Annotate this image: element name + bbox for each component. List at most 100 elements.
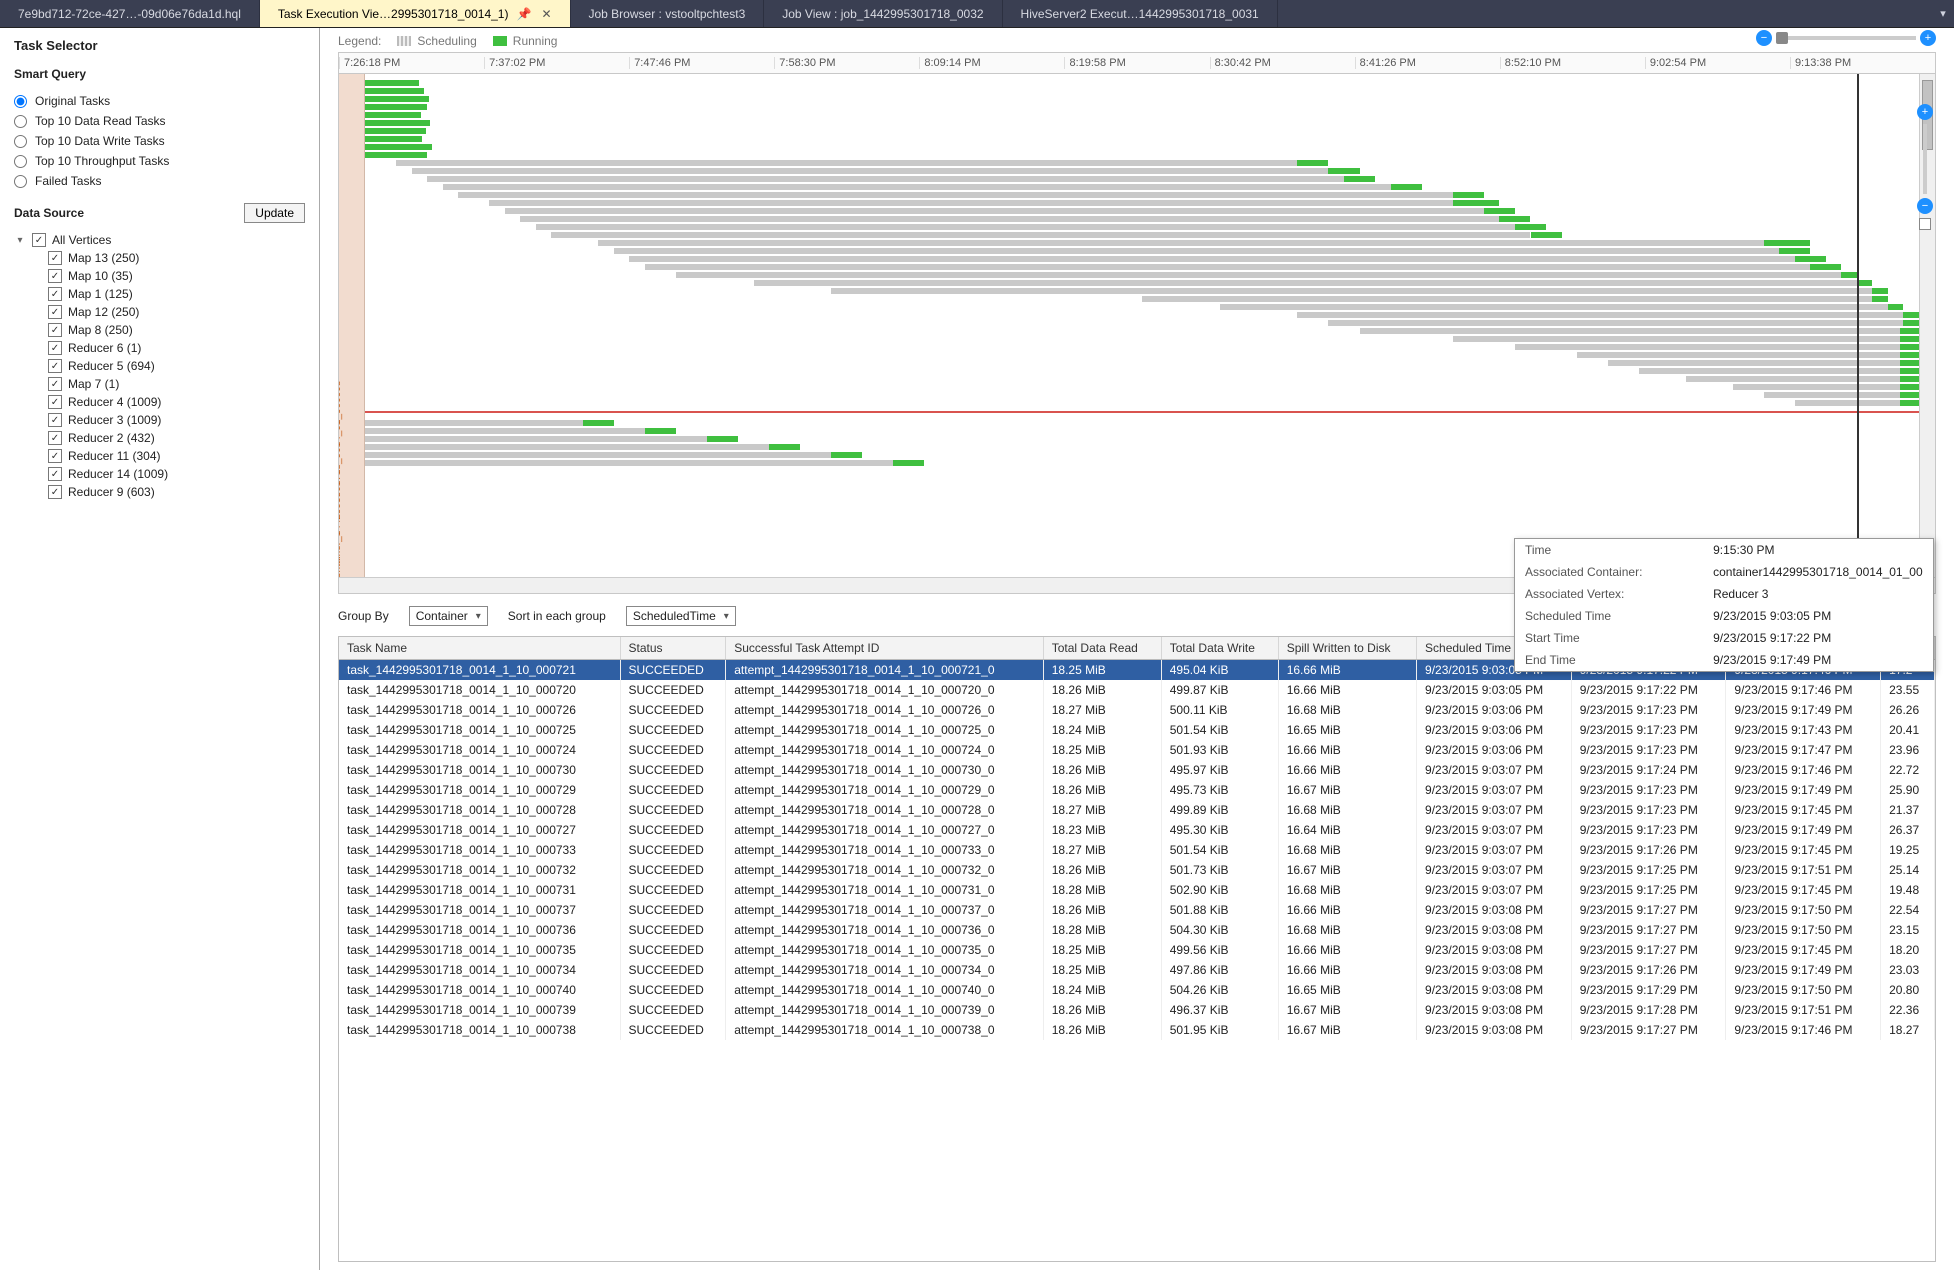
zoom-control[interactable]: + − (1917, 104, 1933, 230)
tree-item[interactable]: ✓Reducer 3 (1009) (48, 411, 305, 429)
gantt-bar[interactable] (365, 344, 1919, 350)
zoom-plus-icon[interactable]: + (1917, 104, 1933, 120)
gantt-bar[interactable] (365, 128, 1919, 134)
table-row[interactable]: task_1442995301718_0014_1_10_000720SUCCE… (339, 680, 1935, 700)
gantt-bar[interactable] (365, 420, 1919, 426)
table-row[interactable]: task_1442995301718_0014_1_10_000730SUCCE… (339, 760, 1935, 780)
table-row[interactable]: task_1442995301718_0014_1_10_000731SUCCE… (339, 880, 1935, 900)
gantt-bar[interactable] (365, 444, 1919, 450)
gantt-bar[interactable] (365, 392, 1919, 398)
plus-icon[interactable]: + (1920, 30, 1936, 46)
gantt-bar[interactable] (365, 200, 1919, 206)
pin-icon[interactable]: 📌 (516, 7, 531, 21)
gantt-bar[interactable] (365, 176, 1919, 182)
tab[interactable]: HiveServer2 Execut…1442995301718_0031 (1003, 0, 1278, 27)
gantt-bar[interactable] (365, 368, 1919, 374)
tree-item[interactable]: ✓Reducer 2 (432) (48, 429, 305, 447)
checkbox-icon[interactable]: ✓ (48, 359, 62, 373)
gantt-bar[interactable] (365, 304, 1919, 310)
tree-item[interactable]: ✓Map 12 (250) (48, 303, 305, 321)
range-slider[interactable] (1776, 36, 1916, 40)
fit-icon[interactable] (1919, 218, 1931, 230)
gantt-bar[interactable] (365, 428, 1919, 434)
checkbox-icon[interactable]: ✓ (48, 269, 62, 283)
table-row[interactable]: task_1442995301718_0014_1_10_000728SUCCE… (339, 800, 1935, 820)
gantt-bar[interactable] (365, 256, 1919, 262)
radio-option[interactable]: Top 10 Data Write Tasks (14, 131, 305, 151)
table-row[interactable]: task_1442995301718_0014_1_10_000727SUCCE… (339, 820, 1935, 840)
checkbox-icon[interactable]: ✓ (48, 413, 62, 427)
gantt-bar[interactable] (365, 184, 1919, 190)
checkbox-icon[interactable]: ✓ (48, 323, 62, 337)
tree-item[interactable]: ✓Reducer 14 (1009) (48, 465, 305, 483)
caret-down-icon[interactable]: ▾ (14, 235, 26, 246)
checkbox-icon[interactable]: ✓ (48, 287, 62, 301)
gantt-bar[interactable] (365, 360, 1919, 366)
gantt-bar[interactable] (365, 208, 1919, 214)
gantt-bar[interactable] (365, 280, 1919, 286)
tree-item[interactable]: ✓Map 8 (250) (48, 321, 305, 339)
tab[interactable]: 7e9bd712-72ce-427…-09d06e76da1d.hql (0, 0, 260, 27)
table-row[interactable]: task_1442995301718_0014_1_10_000729SUCCE… (339, 780, 1935, 800)
tree-item[interactable]: ✓Map 13 (250) (48, 249, 305, 267)
gantt-bar[interactable] (365, 120, 1919, 126)
radio-option[interactable]: Failed Tasks (14, 171, 305, 191)
time-cursor[interactable] (1857, 74, 1859, 577)
radio-option[interactable]: Original Tasks (14, 91, 305, 111)
close-icon[interactable]: ✕ (541, 7, 551, 21)
tree-item[interactable]: ✓Map 1 (125) (48, 285, 305, 303)
radio-option[interactable]: Top 10 Throughput Tasks (14, 151, 305, 171)
gantt-bar[interactable] (365, 452, 1919, 458)
gantt-bar[interactable] (365, 288, 1919, 294)
table-row[interactable]: task_1442995301718_0014_1_10_000734SUCCE… (339, 960, 1935, 980)
gantt-bar[interactable] (365, 136, 1919, 142)
tree-root[interactable]: ▾ ✓ All Vertices (14, 231, 305, 249)
column-header[interactable]: Total Data Read (1043, 637, 1161, 660)
groupby-select[interactable]: Container▾ (409, 606, 488, 626)
table-row[interactable]: task_1442995301718_0014_1_10_000732SUCCE… (339, 860, 1935, 880)
tree-item[interactable]: ✓Reducer 11 (304) (48, 447, 305, 465)
checkbox-icon[interactable]: ✓ (48, 341, 62, 355)
gantt-bar[interactable] (365, 460, 1919, 466)
table-row[interactable]: task_1442995301718_0014_1_10_000726SUCCE… (339, 700, 1935, 720)
gantt-bar[interactable] (365, 160, 1919, 166)
minus-icon[interactable]: − (1756, 30, 1772, 46)
checkbox-icon[interactable]: ✓ (48, 251, 62, 265)
table-row[interactable]: task_1442995301718_0014_1_10_000735SUCCE… (339, 940, 1935, 960)
table-row[interactable]: task_1442995301718_0014_1_10_000737SUCCE… (339, 900, 1935, 920)
checkbox-icon[interactable]: ✓ (48, 467, 62, 481)
gantt-bar[interactable] (365, 336, 1919, 342)
zoom-minus-icon[interactable]: − (1917, 198, 1933, 214)
column-header[interactable]: Task Name (339, 637, 620, 660)
tree-item[interactable]: ✓Reducer 6 (1) (48, 339, 305, 357)
tab[interactable]: Job Browser : vstooltpchtest3 (571, 0, 765, 27)
checkbox-icon[interactable]: ✓ (48, 395, 62, 409)
gantt-bar[interactable] (365, 296, 1919, 302)
gantt-bar[interactable] (365, 232, 1919, 238)
sort-select[interactable]: ScheduledTime▾ (626, 606, 736, 626)
time-range-slider[interactable]: − + (1756, 30, 1936, 46)
column-header[interactable]: Spill Written to Disk (1278, 637, 1416, 660)
table-row[interactable]: task_1442995301718_0014_1_10_000738SUCCE… (339, 1020, 1935, 1040)
gantt-bar[interactable] (365, 272, 1919, 278)
column-header[interactable]: Total Data Write (1161, 637, 1278, 660)
gantt-bar[interactable] (365, 312, 1919, 318)
tree-item[interactable]: ✓Map 10 (35) (48, 267, 305, 285)
table-row[interactable]: task_1442995301718_0014_1_10_000736SUCCE… (339, 920, 1935, 940)
table-row[interactable]: task_1442995301718_0014_1_10_000724SUCCE… (339, 740, 1935, 760)
gantt-bar[interactable] (365, 436, 1919, 442)
gantt-bar[interactable] (365, 112, 1919, 118)
gantt-bar[interactable] (365, 384, 1919, 390)
tab[interactable]: Job View : job_1442995301718_0032 (764, 0, 1002, 27)
table-row[interactable]: task_1442995301718_0014_1_10_000725SUCCE… (339, 720, 1935, 740)
gantt-bar[interactable] (365, 80, 1919, 86)
gantt-bar[interactable] (365, 320, 1919, 326)
checkbox-icon[interactable]: ✓ (48, 305, 62, 319)
tabs-overflow-icon[interactable]: ▾ (1932, 0, 1954, 27)
table-row[interactable]: task_1442995301718_0014_1_10_000733SUCCE… (339, 840, 1935, 860)
tree-item[interactable]: ✓Map 7 (1) (48, 375, 305, 393)
gantt-bar[interactable] (365, 192, 1919, 198)
gantt-bar[interactable] (365, 328, 1919, 334)
tree-item[interactable]: ✓Reducer 9 (603) (48, 483, 305, 501)
gantt-bar[interactable] (365, 352, 1919, 358)
